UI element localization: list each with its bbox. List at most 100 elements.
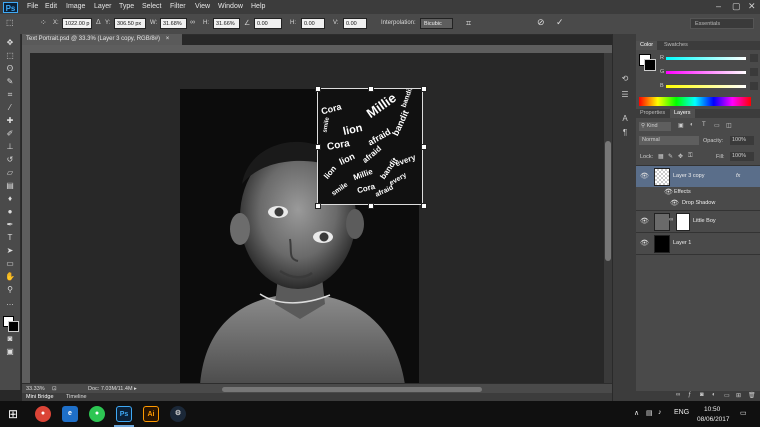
add-style-icon[interactable]: ƒ: [688, 392, 691, 398]
r-slider[interactable]: [666, 57, 746, 60]
move-tool-icon[interactable]: ✥: [4, 38, 16, 48]
reference-point-icon[interactable]: ⁘: [40, 18, 47, 27]
volume-icon[interactable]: ♪: [658, 409, 662, 416]
properties-panel-icon[interactable]: ☰: [619, 90, 631, 100]
mask-link-icon[interactable]: ∞: [669, 217, 673, 223]
type-tool-icon[interactable]: T: [4, 233, 16, 243]
tab-mini-bridge[interactable]: Mini Bridge: [26, 393, 54, 401]
marquee-tool-icon[interactable]: ⬚: [4, 51, 16, 61]
menu-file[interactable]: File: [27, 3, 38, 10]
crop-tool-icon[interactable]: ⌗: [4, 90, 16, 100]
cancel-transform-icon[interactable]: ⊘: [537, 17, 545, 28]
hskew-field[interactable]: 0.00: [301, 18, 325, 29]
tab-color[interactable]: Color: [636, 41, 658, 50]
gradient-tool-icon[interactable]: ▤: [4, 181, 16, 191]
interpolation-select[interactable]: Bicubic: [420, 18, 453, 29]
transform-handle[interactable]: [421, 86, 427, 92]
fx-badge[interactable]: fx: [736, 173, 740, 179]
adjustment-layer-icon[interactable]: ◐: [712, 392, 716, 398]
h-field[interactable]: 31.66%: [213, 18, 240, 29]
edit-toolbar-icon[interactable]: …: [4, 298, 16, 308]
delta-icon[interactable]: Δ: [96, 19, 101, 26]
layer-row-layer-3-copy[interactable]: 👁 Layer 3 copy fx: [636, 165, 760, 187]
transform-tool-icon[interactable]: ⬚: [6, 18, 14, 27]
internet-explorer-icon[interactable]: e: [62, 406, 78, 422]
zoom-tool-icon[interactable]: ⚲: [4, 285, 16, 295]
x-field[interactable]: 1022.00 p: [62, 18, 92, 29]
blur-tool-icon[interactable]: ♦: [4, 194, 16, 204]
transform-handle[interactable]: [315, 144, 321, 150]
vskew-field[interactable]: 0.00: [343, 18, 367, 29]
layer-name[interactable]: Layer 1: [673, 240, 691, 246]
visibility-eye-icon[interactable]: 👁: [640, 217, 649, 225]
eyedropper-tool-icon[interactable]: ⁄: [4, 103, 16, 113]
tray-chevron-icon[interactable]: ∧: [634, 409, 639, 417]
layer-row-little-boy[interactable]: 👁 ∞ Little Boy: [636, 210, 760, 232]
g-slider[interactable]: [666, 71, 746, 74]
brush-tool-icon[interactable]: ✐: [4, 129, 16, 139]
opacity-field[interactable]: 100%: [730, 136, 754, 145]
lock-pixels-icon[interactable]: ✎: [668, 153, 673, 160]
screen-mode-icon[interactable]: ▣: [4, 347, 16, 357]
tab-timeline[interactable]: Timeline: [66, 393, 87, 401]
menu-layer[interactable]: Layer: [94, 3, 112, 10]
menu-type[interactable]: Type: [119, 3, 134, 10]
lock-position-icon[interactable]: ✥: [678, 153, 683, 160]
close-icon[interactable]: ✕: [748, 1, 756, 12]
network-icon[interactable]: ▤: [646, 409, 653, 417]
notification-icon[interactable]: ▭: [740, 409, 747, 417]
illustrator-taskbar-icon[interactable]: Ai: [143, 406, 159, 422]
vertical-scroll-thumb[interactable]: [605, 141, 611, 261]
path-selection-tool-icon[interactable]: ➤: [4, 246, 16, 256]
filter-type-icon[interactable]: T: [702, 122, 706, 128]
w-field[interactable]: 31.68%: [160, 18, 187, 29]
photoshop-taskbar-icon[interactable]: Ps: [116, 406, 132, 422]
clone-stamp-tool-icon[interactable]: ⊥: [4, 142, 16, 152]
history-brush-tool-icon[interactable]: ↺: [4, 155, 16, 165]
filter-adjustment-icon[interactable]: ◐: [690, 122, 694, 128]
filter-shape-icon[interactable]: ▭: [714, 122, 720, 129]
transform-handle[interactable]: [368, 203, 374, 209]
dodge-tool-icon[interactable]: ●: [4, 207, 16, 217]
clock-time[interactable]: 10:50: [704, 406, 720, 413]
filter-pixel-icon[interactable]: ▣: [678, 122, 684, 129]
transform-handle[interactable]: [368, 86, 374, 92]
delete-layer-icon[interactable]: 🗑: [748, 392, 756, 399]
r-value[interactable]: [750, 54, 758, 62]
pen-tool-icon[interactable]: ✒: [4, 220, 16, 230]
character-panel-icon[interactable]: A: [619, 114, 631, 124]
warp-icon[interactable]: ⌗: [466, 18, 471, 29]
steam-icon[interactable]: ⚙: [170, 406, 186, 422]
blend-mode-select[interactable]: Normal: [639, 136, 699, 145]
link-layers-icon[interactable]: ∞: [676, 392, 680, 398]
g-value[interactable]: [750, 68, 758, 76]
layer-effects-row[interactable]: 👁 Effects: [636, 187, 760, 198]
menu-view[interactable]: View: [195, 3, 210, 10]
panel-background-swatch[interactable]: [644, 59, 656, 71]
angle-field[interactable]: 0.00: [254, 18, 282, 29]
quick-mask-icon[interactable]: ◙: [4, 334, 16, 344]
document-tab[interactable]: Text Portrait.psd @ 33.3% (Layer 3 copy,…: [22, 34, 182, 45]
b-value[interactable]: [750, 82, 758, 90]
menu-select[interactable]: Select: [142, 3, 161, 10]
fill-field[interactable]: 100%: [730, 152, 754, 161]
transform-handle[interactable]: [315, 86, 321, 92]
menu-image[interactable]: Image: [66, 3, 85, 10]
workspace-select[interactable]: Essentials: [690, 18, 754, 29]
transform-handle[interactable]: [315, 203, 321, 209]
hand-tool-icon[interactable]: ✋: [4, 272, 16, 282]
language-indicator[interactable]: ENG: [674, 409, 689, 416]
vertical-scrollbar[interactable]: [604, 53, 612, 383]
close-tab-icon[interactable]: ×: [166, 36, 170, 42]
transform-handle[interactable]: [421, 144, 427, 150]
layer-filter-select[interactable]: ⚲ Kind: [639, 122, 671, 131]
commit-transform-icon[interactable]: ✓: [556, 17, 564, 28]
lasso-tool-icon[interactable]: ʘ: [4, 64, 16, 74]
paragraph-panel-icon[interactable]: ¶: [619, 128, 631, 138]
visibility-eye-icon[interactable]: 👁: [640, 239, 649, 247]
quick-select-tool-icon[interactable]: ✎: [4, 77, 16, 87]
history-panel-icon[interactable]: ⟲: [619, 74, 631, 84]
lock-all-icon[interactable]: ⚿: [688, 153, 693, 160]
drop-shadow-eye-icon[interactable]: 👁: [670, 199, 679, 207]
filter-smart-icon[interactable]: ◫: [726, 122, 732, 129]
